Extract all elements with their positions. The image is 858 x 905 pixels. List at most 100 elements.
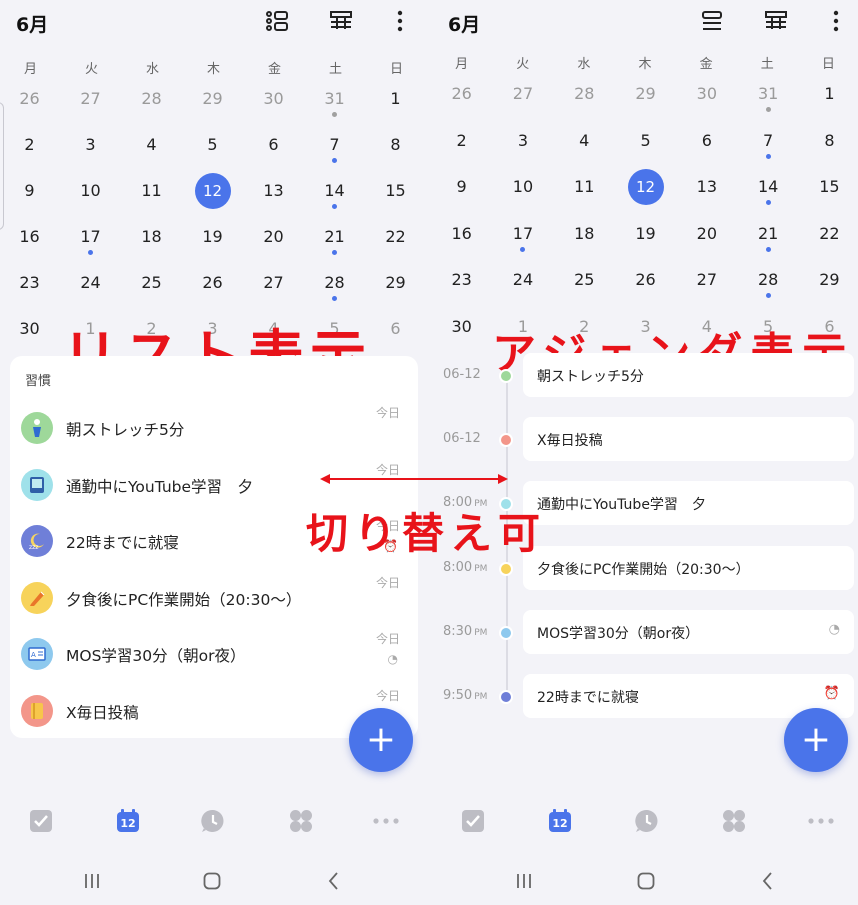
calendar-day[interactable]: 1 <box>365 84 426 130</box>
book-icon[interactable]: A <box>21 638 53 670</box>
calendar-day[interactable]: 10 <box>60 176 121 222</box>
calendar-day[interactable]: 31 <box>304 84 365 130</box>
calendar-day[interactable]: 19 <box>182 222 243 268</box>
calendar-day[interactable]: 6 <box>365 314 426 360</box>
calendar-day[interactable]: 5 <box>182 130 243 176</box>
agenda-view-icon[interactable] <box>699 8 725 34</box>
moon-icon[interactable]: zzz <box>21 525 53 557</box>
calendar-day[interactable]: 30 <box>243 84 304 130</box>
agenda-card[interactable]: 朝ストレッチ5分 <box>523 353 854 397</box>
calendar-day[interactable]: 28 <box>304 268 365 314</box>
calendar-day[interactable]: 27 <box>492 79 553 126</box>
calendar-day[interactable]: 27 <box>60 84 121 130</box>
tablet-icon[interactable] <box>21 468 53 501</box>
agenda-card[interactable]: MOS学習30分（朝or夜） ◔ <box>523 609 854 654</box>
calendar-day[interactable]: 30 <box>432 312 492 359</box>
calendar-day[interactable]: 7 <box>737 126 798 173</box>
back-icon[interactable] <box>321 868 347 894</box>
calendar-icon[interactable]: 12 <box>113 806 143 836</box>
habit-list-item[interactable]: 夕食後にPC作業開始（20:30〜） 今日 <box>10 572 418 628</box>
calendar-day[interactable]: 26 <box>0 84 60 130</box>
clock-icon[interactable] <box>632 806 662 836</box>
calendar-day[interactable]: 18 <box>554 219 615 266</box>
calendar-day[interactable]: 30 <box>676 79 737 126</box>
calendar-day[interactable]: 4 <box>121 130 182 176</box>
calendar-day[interactable]: 25 <box>554 265 615 312</box>
calendar-day[interactable]: 11 <box>121 176 182 222</box>
month-title[interactable]: 6月 <box>16 10 48 37</box>
stretch-icon[interactable] <box>21 412 53 444</box>
calendar-day[interactable]: 10 <box>492 172 553 219</box>
calendar-day[interactable]: 23 <box>0 268 60 314</box>
habit-list-item[interactable]: A MOS学習30分（朝or夜） 今日 ◔ <box>10 628 418 684</box>
calendar-day[interactable]: 25 <box>121 268 182 314</box>
recent-apps-icon[interactable] <box>511 868 537 894</box>
calendar-day[interactable]: 20 <box>676 219 737 266</box>
grid-view-icon[interactable] <box>763 8 789 34</box>
calendar-day[interactable]: 7 <box>304 130 365 176</box>
calendar-day[interactable]: 27 <box>676 265 737 312</box>
calendar-day[interactable]: 24 <box>492 265 553 312</box>
month-title[interactable]: 6月 <box>448 10 480 37</box>
recent-apps-icon[interactable] <box>79 868 105 894</box>
agenda-item[interactable]: 8:30 PM MOS学習30分（朝or夜） ◔ <box>432 609 858 658</box>
calendar-day[interactable]: 27 <box>243 268 304 314</box>
calendar-day[interactable]: 14 <box>304 176 365 222</box>
calendar-day[interactable]: 28 <box>737 265 798 312</box>
add-button[interactable]: + <box>784 708 848 772</box>
pencil-icon[interactable] <box>21 581 53 614</box>
calendar-day-today[interactable]: 12 <box>615 169 676 219</box>
calendar-day[interactable]: 21 <box>737 219 798 266</box>
calendar-day[interactable]: 17 <box>492 219 553 266</box>
calendar-day[interactable]: 28 <box>121 84 182 130</box>
habit-list-item[interactable]: 朝ストレッチ5分 今日 <box>10 402 418 458</box>
calendar-day[interactable]: 4 <box>554 126 615 173</box>
calendar-day[interactable]: 29 <box>365 268 426 314</box>
calendar-day[interactable]: 15 <box>799 172 858 219</box>
calendar-day[interactable]: 23 <box>432 265 492 312</box>
clock-icon[interactable] <box>198 806 228 836</box>
notebook-icon[interactable] <box>21 694 53 727</box>
task-check-icon[interactable] <box>26 806 56 836</box>
calendar-day[interactable]: 3 <box>60 130 121 176</box>
calendar-day[interactable]: 29 <box>615 79 676 126</box>
home-icon[interactable] <box>199 868 225 894</box>
calendar-day[interactable]: 9 <box>0 176 60 222</box>
calendar-day[interactable]: 9 <box>432 172 492 219</box>
home-icon[interactable] <box>633 868 659 894</box>
calendar-day[interactable]: 6 <box>676 126 737 173</box>
add-button[interactable]: + <box>349 708 413 772</box>
grid-apps-icon[interactable] <box>286 806 316 836</box>
more-horiz-icon[interactable] <box>371 806 401 836</box>
calendar-day[interactable]: 19 <box>615 219 676 266</box>
calendar-day[interactable]: 11 <box>554 172 615 219</box>
calendar-day[interactable]: 16 <box>0 222 60 268</box>
more-vert-icon[interactable] <box>387 8 413 34</box>
agenda-item[interactable]: 06-12 X毎日投稿 <box>432 417 858 465</box>
calendar-day[interactable]: 15 <box>365 176 426 222</box>
calendar-day[interactable]: 31 <box>737 79 798 126</box>
calendar-day[interactable]: 22 <box>365 222 426 268</box>
calendar-day[interactable]: 3 <box>492 126 553 173</box>
calendar-day[interactable]: 26 <box>432 79 492 126</box>
calendar-day[interactable]: 26 <box>182 268 243 314</box>
calendar-day[interactable]: 5 <box>615 126 676 173</box>
calendar-day[interactable]: 24 <box>60 268 121 314</box>
calendar-day[interactable]: 30 <box>0 314 60 360</box>
more-vert-icon[interactable] <box>823 8 849 34</box>
grid-view-icon[interactable] <box>328 8 354 34</box>
calendar-day[interactable]: 2 <box>0 130 60 176</box>
calendar-day[interactable]: 17 <box>60 222 121 268</box>
calendar-day[interactable]: 28 <box>554 79 615 126</box>
calendar-day[interactable]: 2 <box>432 126 492 173</box>
agenda-item[interactable]: 06-12 朝ストレッチ5分 <box>432 353 858 401</box>
calendar-day[interactable]: 22 <box>799 219 858 266</box>
calendar-day[interactable]: 26 <box>615 265 676 312</box>
calendar-day[interactable]: 29 <box>182 84 243 130</box>
calendar-day[interactable]: 20 <box>243 222 304 268</box>
list-view-icon[interactable] <box>264 8 290 34</box>
calendar-day[interactable]: 29 <box>799 265 858 312</box>
agenda-card[interactable]: X毎日投稿 <box>523 417 854 462</box>
calendar-day[interactable]: 21 <box>304 222 365 268</box>
calendar-day[interactable]: 13 <box>676 172 737 219</box>
